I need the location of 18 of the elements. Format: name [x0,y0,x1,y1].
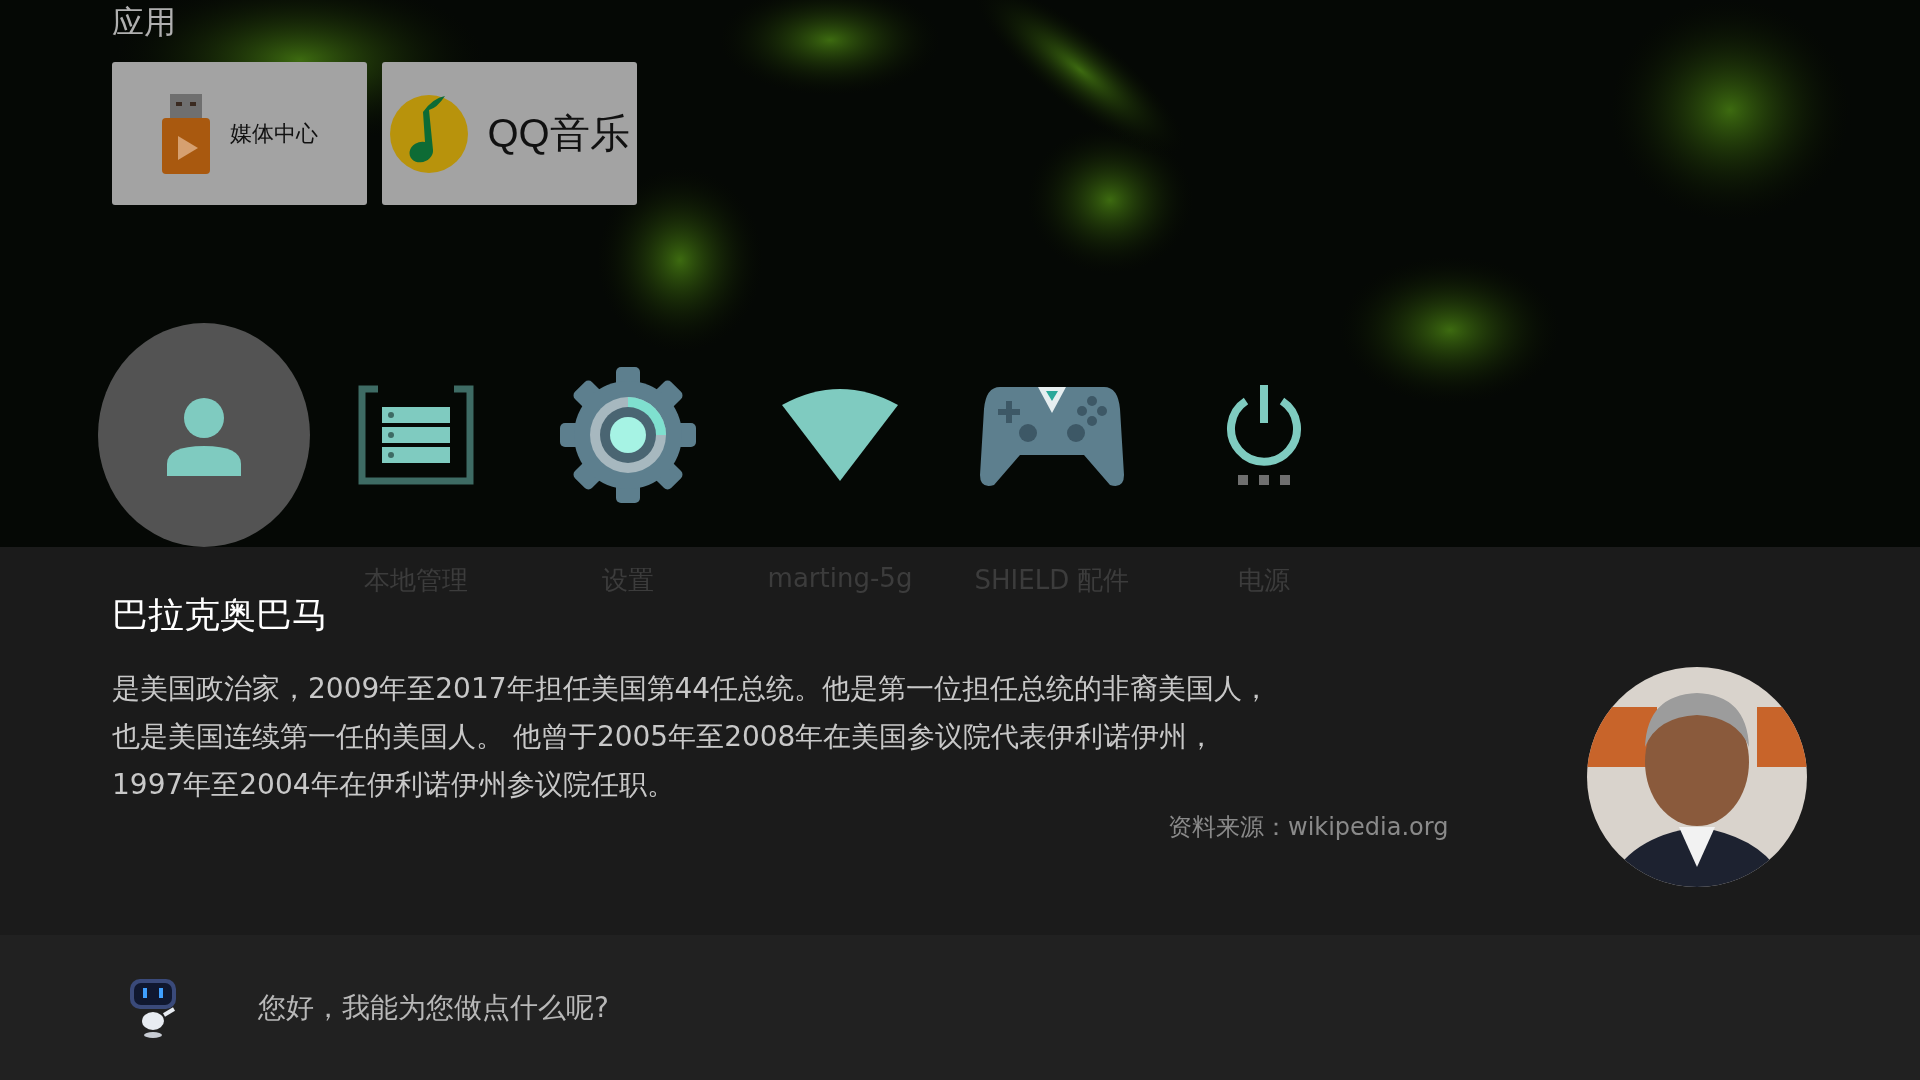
music-note-icon [389,93,470,174]
usb-play-icon [161,93,212,174]
info-title: 巴拉克奥巴马 [112,593,329,637]
assistant-prompt: 您好，我能为您做点什么呢? [258,989,609,1026]
robot-icon [128,976,178,1039]
info-text: 是美国政治家，2009年至2017年担任美国第44任总统。他是第一位担任总统的非裔美国人， 也是美国连续第一任的美国人。 他曾于2005年至2008年在美国参议院代表伊利诺伊州， 1997年至2004年在伊利诺伊州参议院任职。 [112,671,1271,803]
section-title: 应用 [112,2,177,43]
wifi-icon [780,387,900,483]
shortcut-button[interactable] [1224,383,1304,487]
app-tile[interactable]: QQ音乐 [382,62,637,205]
storage-icon [358,385,474,485]
settings-icon [558,365,698,505]
shortcut-button[interactable] [358,385,474,485]
shortcut-button[interactable] [780,387,900,483]
app-tile[interactable]: 媒体中心 [112,62,367,205]
power-icon [1224,383,1304,487]
shortcut-button[interactable] [558,365,698,505]
source-text: 资料来源：wikipedia.org [1168,812,1449,843]
